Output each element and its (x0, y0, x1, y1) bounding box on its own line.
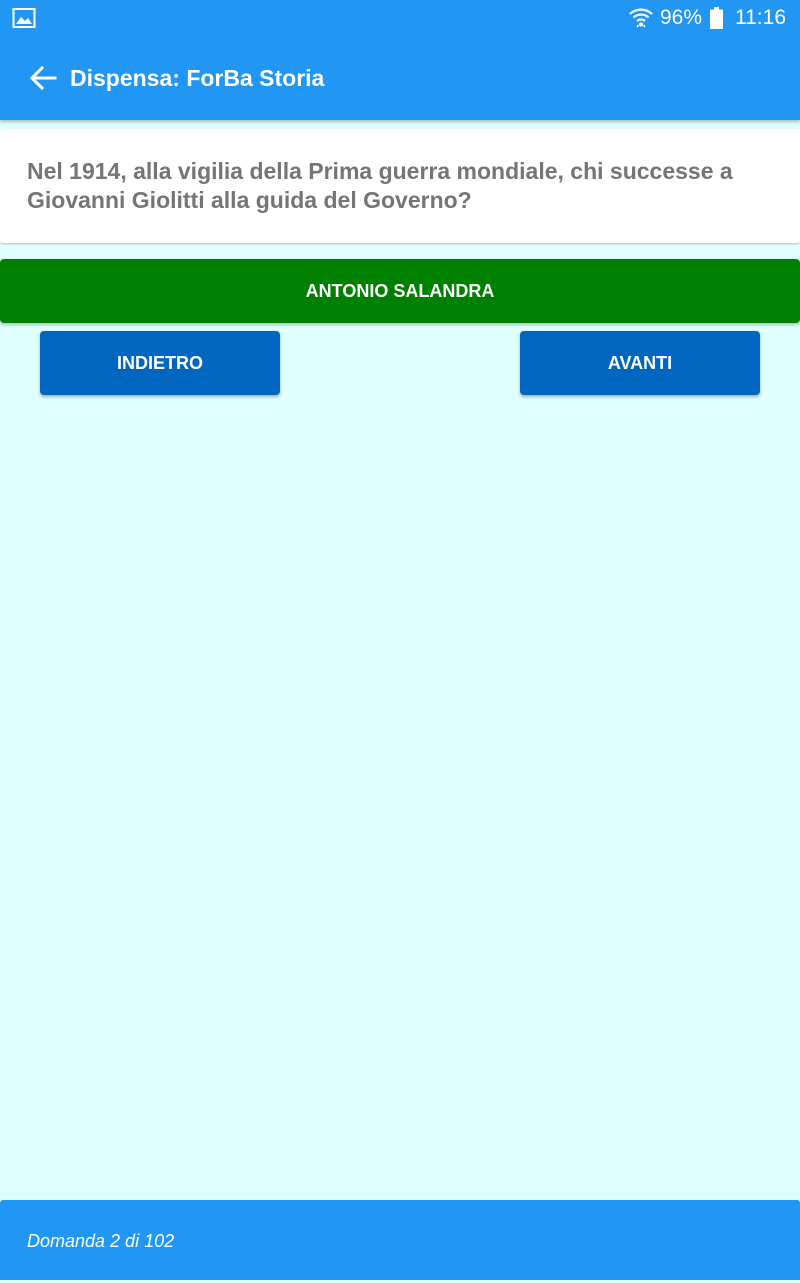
question-card: Nel 1914, alla vigilia della Prima guerr… (0, 129, 800, 243)
back-button-label: INDIETRO (116, 352, 203, 373)
page-title: Dispensa: ForBa Storia (70, 65, 325, 91)
answer-text: ANTONIO SALANDRA (305, 280, 495, 301)
arrow-back-icon[interactable] (28, 64, 58, 92)
footer-bar: Domanda 2 di 102 (0, 1200, 800, 1280)
answer-banner: ANTONIO SALANDRA (0, 259, 800, 323)
next-button[interactable]: AVANTI (520, 331, 760, 395)
battery-percent: 96% (659, 6, 702, 29)
app-bar: Dispensa: ForBa Storia (0, 36, 800, 120)
question-text: Nel 1914, alla vigilia della Prima guerr… (27, 158, 733, 213)
battery-icon (708, 7, 729, 29)
question-counter: Domanda 2 di 102 (27, 1231, 175, 1251)
status-bar: 96% 11:16 (0, 0, 800, 36)
status-indicators: 96% 11:16 (628, 0, 786, 36)
wifi-icon (628, 6, 654, 30)
back-button[interactable]: INDIETRO (40, 331, 280, 395)
image-icon (12, 7, 36, 29)
next-button-label: AVANTI (607, 352, 673, 373)
clock: 11:16 (735, 6, 786, 29)
